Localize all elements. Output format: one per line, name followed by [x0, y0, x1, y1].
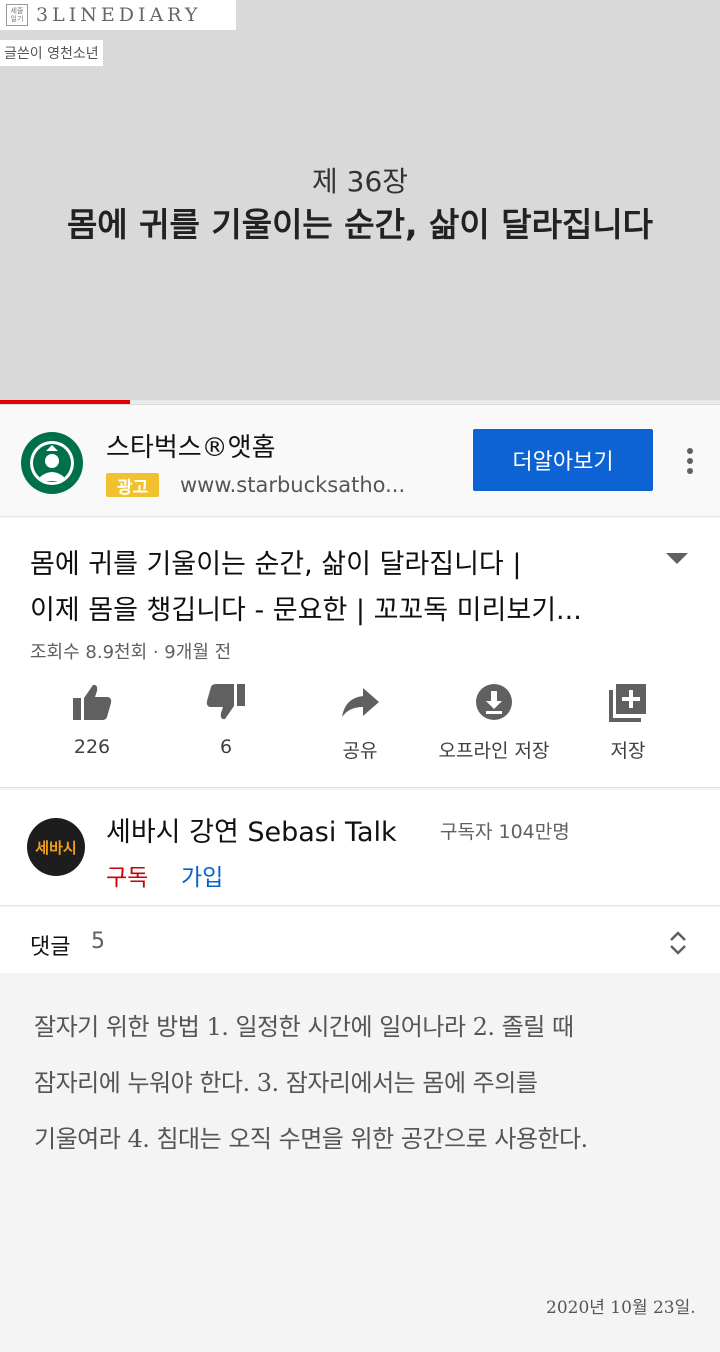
ad-banner[interactable]: 스타벅스®앳홈 광고 www.starbucksatho... 더알아보기 [0, 405, 720, 517]
download-icon [476, 684, 512, 720]
progress-fill [0, 400, 130, 404]
dislike-count: 6 [219, 736, 233, 758]
watermark-text: 3LINEDIARY [36, 4, 202, 26]
download-button[interactable]: 오프라인 저장 [424, 682, 564, 763]
channel-row: 세바시 세바시 강연 Sebasi Talk 구독자 104만명 구독 가입 [0, 790, 720, 906]
comments-label: 댓글 [30, 935, 71, 960]
ad-title[interactable]: 스타벅스®앳홈 [106, 427, 276, 464]
video-title-line1[interactable]: 몸에 귀를 기울이는 순간, 삶이 달라집니다 | [30, 542, 521, 581]
like-button[interactable]: 226 [22, 682, 162, 758]
video-frame-title: 몸에 귀를 기울이는 순간, 삶이 달라집니다 [66, 205, 654, 244]
thumbs-up-icon [73, 684, 112, 720]
channel-name[interactable]: 세바시 강연 Sebasi Talk [106, 810, 397, 849]
comments-count: 5 [91, 929, 105, 954]
note-line-2: 잠자리에 누워야 한다. 3. 잠자리에서는 몸에 주의를 [34, 1069, 538, 1097]
note-line-3: 기울여라 4. 침대는 오직 수면을 위한 공간으로 사용한다. [34, 1125, 588, 1153]
channel-avatar[interactable]: 세바시 [27, 818, 85, 876]
share-icon [342, 688, 379, 717]
thumbs-down-icon [206, 684, 245, 720]
download-label: 오프라인 저장 [438, 740, 550, 762]
watermark-stamp: 세줄 일기 [6, 4, 28, 26]
ad-badge: 광고 [106, 473, 159, 498]
diary-note: 잘자기 위한 방법 1. 일정한 시간에 일어나라 2. 졸릴 때 잠자리에 누… [0, 973, 720, 1352]
progress-bar[interactable] [0, 400, 720, 404]
note-date: 2020년 10월 23일. [546, 1298, 696, 1318]
comments-header[interactable]: 댓글 5 [0, 907, 720, 973]
save-playlist-icon [609, 684, 646, 722]
learn-more-button[interactable]: 더알아보기 [473, 429, 653, 491]
subscriber-count: 구독자 104만명 [440, 821, 570, 843]
watermark-box: 세줄 일기 3LINEDIARY [0, 0, 236, 30]
save-label: 저장 [610, 740, 646, 762]
share-label: 공유 [342, 740, 378, 762]
watermark-author: 글쓴이 영천소년 [0, 40, 103, 66]
subscribe-button[interactable]: 구독 [106, 858, 148, 892]
dislike-button[interactable]: 6 [156, 682, 296, 758]
note-line-1: 잘자기 위한 방법 1. 일정한 시간에 일어나라 2. 졸릴 때 [34, 1013, 574, 1041]
video-info: 몸에 귀를 기울이는 순간, 삶이 달라집니다 | 이제 몸을 챙깁니다 - 문… [0, 518, 720, 788]
video-title-line2[interactable]: 이제 몸을 챙깁니다 - 문요한 | 꼬꼬독 미리보기... [30, 588, 582, 627]
more-vert-icon[interactable] [680, 441, 700, 481]
save-button[interactable]: 저장 [558, 682, 698, 763]
video-meta: 조회수 8.9천회 · 9개월 전 [30, 642, 232, 663]
ad-url[interactable]: www.starbucksatho... [180, 473, 405, 497]
video-player[interactable]: 세줄 일기 3LINEDIARY 글쓴이 영천소년 제 36장 몸에 귀를 기울이… [0, 0, 720, 405]
like-count: 226 [73, 736, 111, 758]
join-button[interactable]: 가입 [181, 858, 223, 892]
share-button[interactable]: 공유 [290, 682, 430, 763]
video-chapter: 제 36장 [311, 165, 409, 198]
expand-icon[interactable] [664, 550, 690, 566]
starbucks-logo [21, 432, 83, 494]
expand-toggle-icon[interactable] [668, 929, 688, 957]
